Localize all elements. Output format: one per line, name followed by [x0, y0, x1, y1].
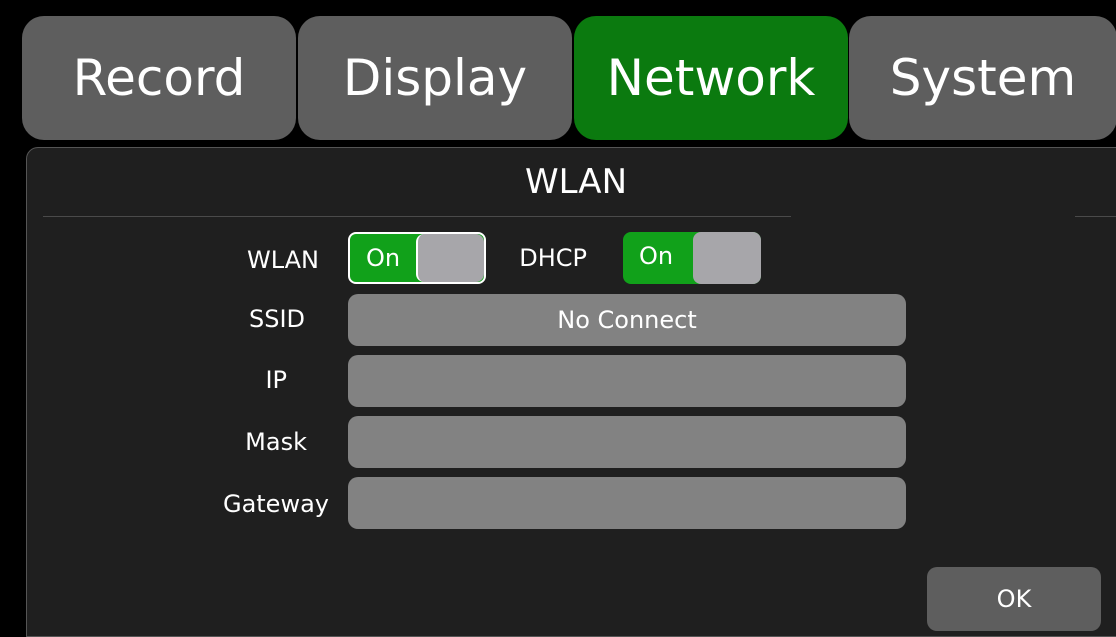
ip-label: IP: [265, 366, 287, 394]
ok-button[interactable]: OK: [927, 567, 1101, 631]
ssid-label: SSID: [248, 305, 305, 333]
mask-field[interactable]: [348, 416, 906, 468]
wlan-label: WLAN: [246, 246, 319, 274]
tab-display[interactable]: Display: [298, 16, 572, 140]
title-divider: [43, 216, 791, 217]
tab-record[interactable]: Record: [22, 16, 296, 140]
mask-label: Mask: [245, 428, 307, 456]
dhcp-toggle-knob: [693, 232, 761, 284]
panel-title: WLAN: [524, 162, 628, 202]
gateway-field[interactable]: [348, 477, 906, 529]
tab-network[interactable]: Network: [574, 16, 848, 140]
wlan-settings-panel: WLAN WLAN On DHCP On SSID No Connect IP …: [26, 147, 1116, 637]
dhcp-toggle[interactable]: On: [623, 232, 761, 284]
ssid-field[interactable]: No Connect: [348, 294, 906, 346]
wlan-toggle-knob: [416, 234, 484, 282]
dhcp-toggle-text: On: [639, 242, 674, 270]
gateway-label: Gateway: [222, 490, 329, 518]
wlan-toggle-text: On: [366, 244, 401, 272]
app-screen: Record Display Network System WLAN WLAN …: [8, 6, 1116, 637]
dhcp-label: DHCP: [519, 244, 587, 272]
title-divider-right: [1075, 216, 1116, 217]
ip-field[interactable]: [348, 355, 906, 407]
tab-system[interactable]: System: [849, 16, 1116, 140]
wlan-toggle[interactable]: On: [348, 232, 486, 284]
